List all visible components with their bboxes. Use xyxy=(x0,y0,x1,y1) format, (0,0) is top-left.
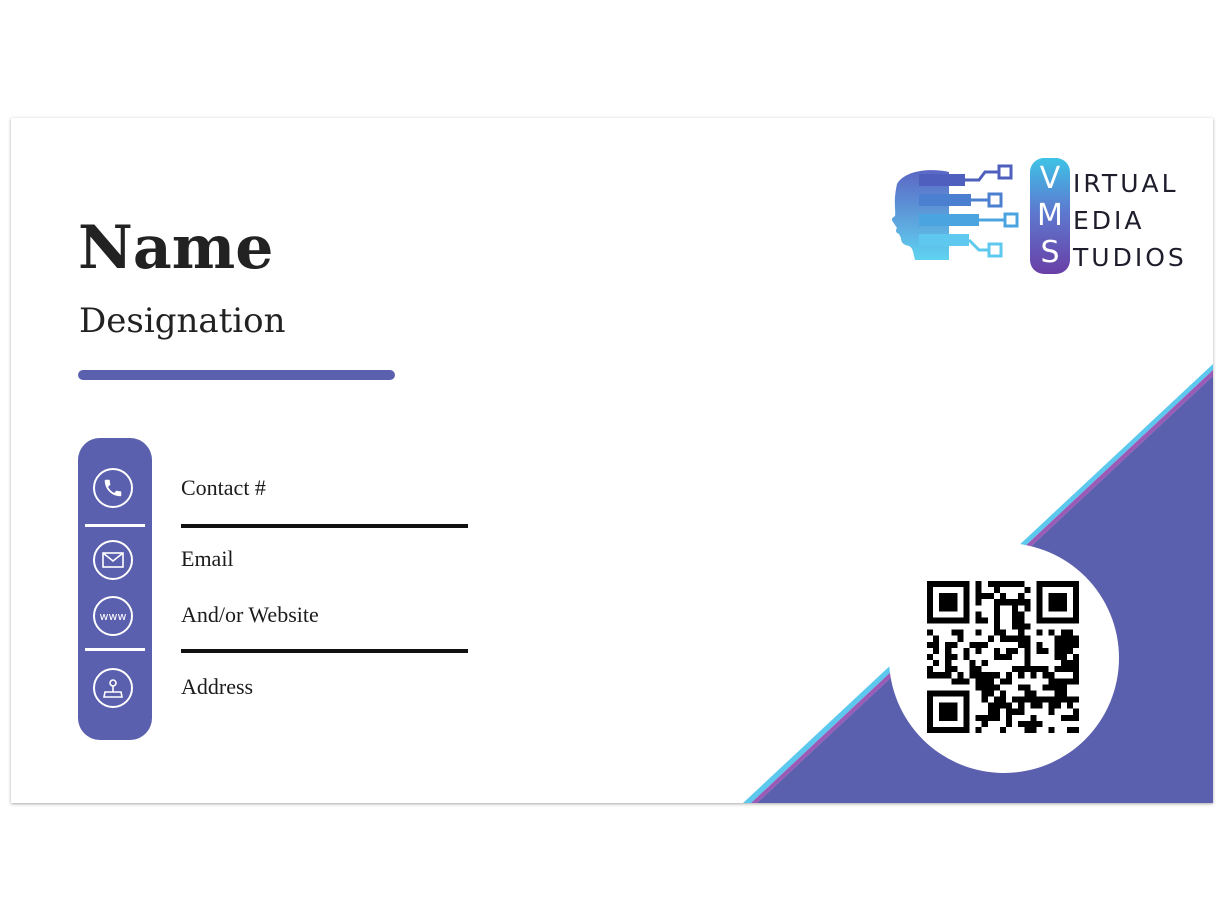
logo-word-edia: EDIA xyxy=(1073,206,1145,235)
website-label: And/or Website xyxy=(181,602,319,627)
www-icon: www xyxy=(93,596,133,636)
rail-divider xyxy=(85,524,145,527)
person-name: Name xyxy=(78,213,274,283)
email-label: Email xyxy=(181,546,234,571)
logo-word-irtual: IRTUAL xyxy=(1073,169,1179,198)
accent-bar xyxy=(78,370,395,380)
business-card: Name Designation www Contact # Email And… xyxy=(11,118,1213,803)
address-label: Address xyxy=(181,674,254,699)
www-icon-text: www xyxy=(99,609,127,623)
phone-icon xyxy=(93,468,133,508)
logo-letter-s: S xyxy=(1040,235,1060,270)
rail-divider xyxy=(85,648,145,651)
logo-letter-v: V xyxy=(1039,161,1061,196)
contact-number-label: Contact # xyxy=(181,475,266,500)
designation: Designation xyxy=(79,301,286,341)
map-pin-icon xyxy=(93,668,133,708)
logo-letter-m: M xyxy=(1037,198,1063,233)
contact-icon-rail: www xyxy=(78,438,152,740)
contact-divider-line xyxy=(181,524,468,528)
website-divider-line xyxy=(181,649,468,653)
vms-monogram: V M S xyxy=(1030,158,1070,274)
qr-code xyxy=(927,581,1079,733)
logo-word-tudios: TUDIOS xyxy=(1073,243,1187,272)
envelope-icon xyxy=(93,540,133,580)
